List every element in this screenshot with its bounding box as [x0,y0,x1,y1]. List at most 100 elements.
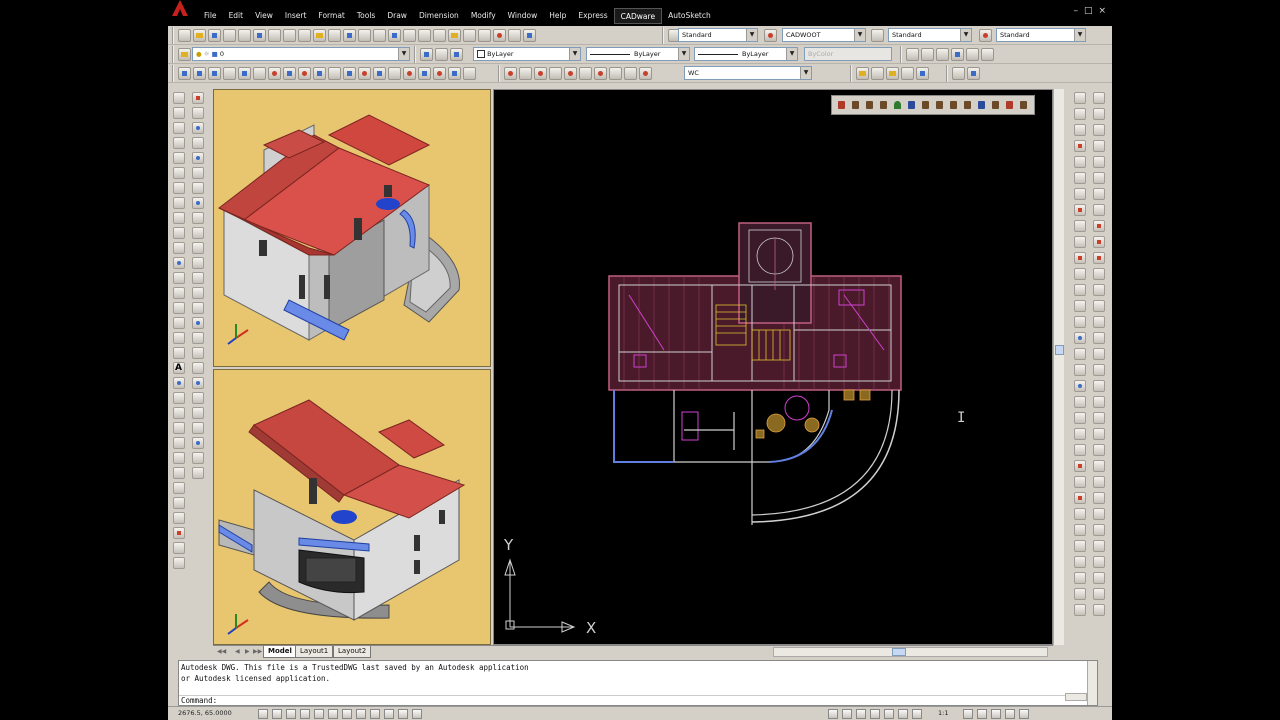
tool-extra-7-icon[interactable] [172,467,185,479]
r1-tool-16-icon[interactable] [1074,332,1086,344]
osnap-toggle-icon[interactable] [314,709,324,719]
insert-block-icon[interactable] [172,257,185,269]
r2-tool-27-icon[interactable] [1093,508,1105,520]
match-properties-icon[interactable] [313,29,326,42]
tool-extra-9-icon[interactable] [172,497,185,509]
mtext-icon[interactable]: A [172,362,185,374]
r1-tool-30-icon[interactable] [1074,556,1086,568]
qp-toggle-icon[interactable] [398,709,408,719]
quickcalc-icon[interactable] [508,29,521,42]
copy-icon[interactable] [283,29,296,42]
menu-item-insert[interactable]: Insert [279,8,313,24]
r1-tool-3-icon[interactable] [1074,124,1086,136]
model-toggle-icon[interactable] [384,709,394,719]
settings-icon[interactable] [1018,99,1029,111]
r2-tool-26-icon[interactable] [1093,492,1105,504]
tree-icon[interactable] [892,99,903,111]
auto-scale-icon[interactable] [898,709,908,719]
view-7-icon[interactable] [268,67,281,80]
r2-tool-32-icon[interactable] [1093,588,1105,600]
layer-manager-icon[interactable] [178,48,191,61]
undo-icon[interactable] [343,29,356,42]
r2-tool-9-icon[interactable] [1093,220,1105,232]
r2-tool-7-icon[interactable] [1093,188,1105,200]
tab-model[interactable]: Model [263,646,297,658]
tool-extra-1-icon[interactable] [172,377,185,389]
r2-tool-6-icon[interactable] [1093,172,1105,184]
polyline-icon[interactable] [172,122,185,134]
region-icon[interactable] [172,332,185,344]
text-style-combo[interactable]: Standard ▼ [678,28,758,42]
tool-extra-3-icon[interactable] [172,407,185,419]
zoom-window-icon[interactable] [403,29,416,42]
lamp-icon[interactable] [962,99,973,111]
extra-2-icon[interactable] [967,67,980,80]
tab-prev-icon[interactable]: ◀ [235,648,240,655]
lineweight-combo[interactable]: ByLayer ▼ [694,47,798,61]
ducs-toggle-icon[interactable] [342,709,352,719]
view-5-icon[interactable] [238,67,251,80]
r2-tool-8-icon[interactable] [1093,204,1105,216]
r1-tool-26-icon[interactable] [1074,492,1086,504]
tool-2-icon[interactable] [921,48,934,61]
r2-tool-23-icon[interactable] [1093,444,1105,456]
r2-tool-30-icon[interactable] [1093,556,1105,568]
join-icon[interactable] [191,272,204,284]
block-editor-icon[interactable] [328,29,341,42]
cabinet-icon[interactable] [864,99,875,111]
r1-tool-15-icon[interactable] [1074,316,1086,328]
fillet-icon[interactable] [191,302,204,314]
redo-icon[interactable] [358,29,371,42]
chevron-down-icon[interactable]: ▼ [746,29,757,41]
r1-tool-7-icon[interactable] [1074,188,1086,200]
mirror-icon[interactable] [191,122,204,134]
modify-extra-4-icon[interactable] [191,377,204,389]
app-logo-icon[interactable] [170,0,190,16]
construction-line-icon[interactable] [172,107,185,119]
zoom-realtime-icon[interactable] [388,29,401,42]
table-style-combo[interactable]: Standard ▼ [888,28,972,42]
stretch-icon[interactable] [191,212,204,224]
table-furniture-icon[interactable] [948,99,959,111]
command-input[interactable]: Command: [179,695,1087,705]
publish-icon[interactable] [253,29,266,42]
properties-icon[interactable] [433,29,446,42]
maximize-button[interactable]: □ [1084,6,1093,16]
r2-tool-13-icon[interactable] [1093,284,1105,296]
r1-tool-33-icon[interactable] [1074,604,1086,616]
horizontal-scroll-thumb[interactable] [892,648,906,656]
chamfer-icon[interactable] [191,287,204,299]
move-icon[interactable] [191,167,204,179]
circle-icon[interactable] [172,182,185,194]
modify-extra-2-icon[interactable] [191,347,204,359]
array-icon[interactable] [191,152,204,164]
chevron-down-icon[interactable]: ▼ [786,48,797,60]
command-line-window[interactable]: Autodesk DWG. This file is a TrustedDWG … [178,660,1098,706]
tool-3-icon[interactable] [936,48,949,61]
chevron-down-icon[interactable]: ▼ [960,29,971,41]
viewport-isometric-top[interactable] [213,89,491,367]
view-16-icon[interactable] [403,67,416,80]
door-icon[interactable] [976,99,987,111]
r2-tool-10-icon[interactable] [1093,236,1105,248]
tab-layout2[interactable]: Layout2 [333,646,372,658]
r2-tool-20-icon[interactable] [1093,396,1105,408]
shelf-icon[interactable] [878,99,889,111]
hardware-acceleration-icon[interactable] [1005,709,1015,719]
line-icon[interactable] [172,92,185,104]
tool-extra-10-icon[interactable] [172,512,185,524]
view-17-icon[interactable] [418,67,431,80]
rectangle-icon[interactable] [172,152,185,164]
lock-icon[interactable] [977,709,987,719]
minimize-button[interactable]: – [1073,6,1078,16]
r2-tool-31-icon[interactable] [1093,572,1105,584]
r1-tool-11-icon[interactable] [1074,252,1086,264]
plot-icon[interactable] [223,29,236,42]
otrack-toggle-icon[interactable] [328,709,338,719]
view-19-icon[interactable] [448,67,461,80]
r1-tool-32-icon[interactable] [1074,588,1086,600]
r2-tool-3-icon[interactable] [1093,124,1105,136]
r2-tool-19-icon[interactable] [1093,380,1105,392]
dim-style-icon[interactable] [764,29,777,42]
ucs-5-icon[interactable] [564,67,577,80]
